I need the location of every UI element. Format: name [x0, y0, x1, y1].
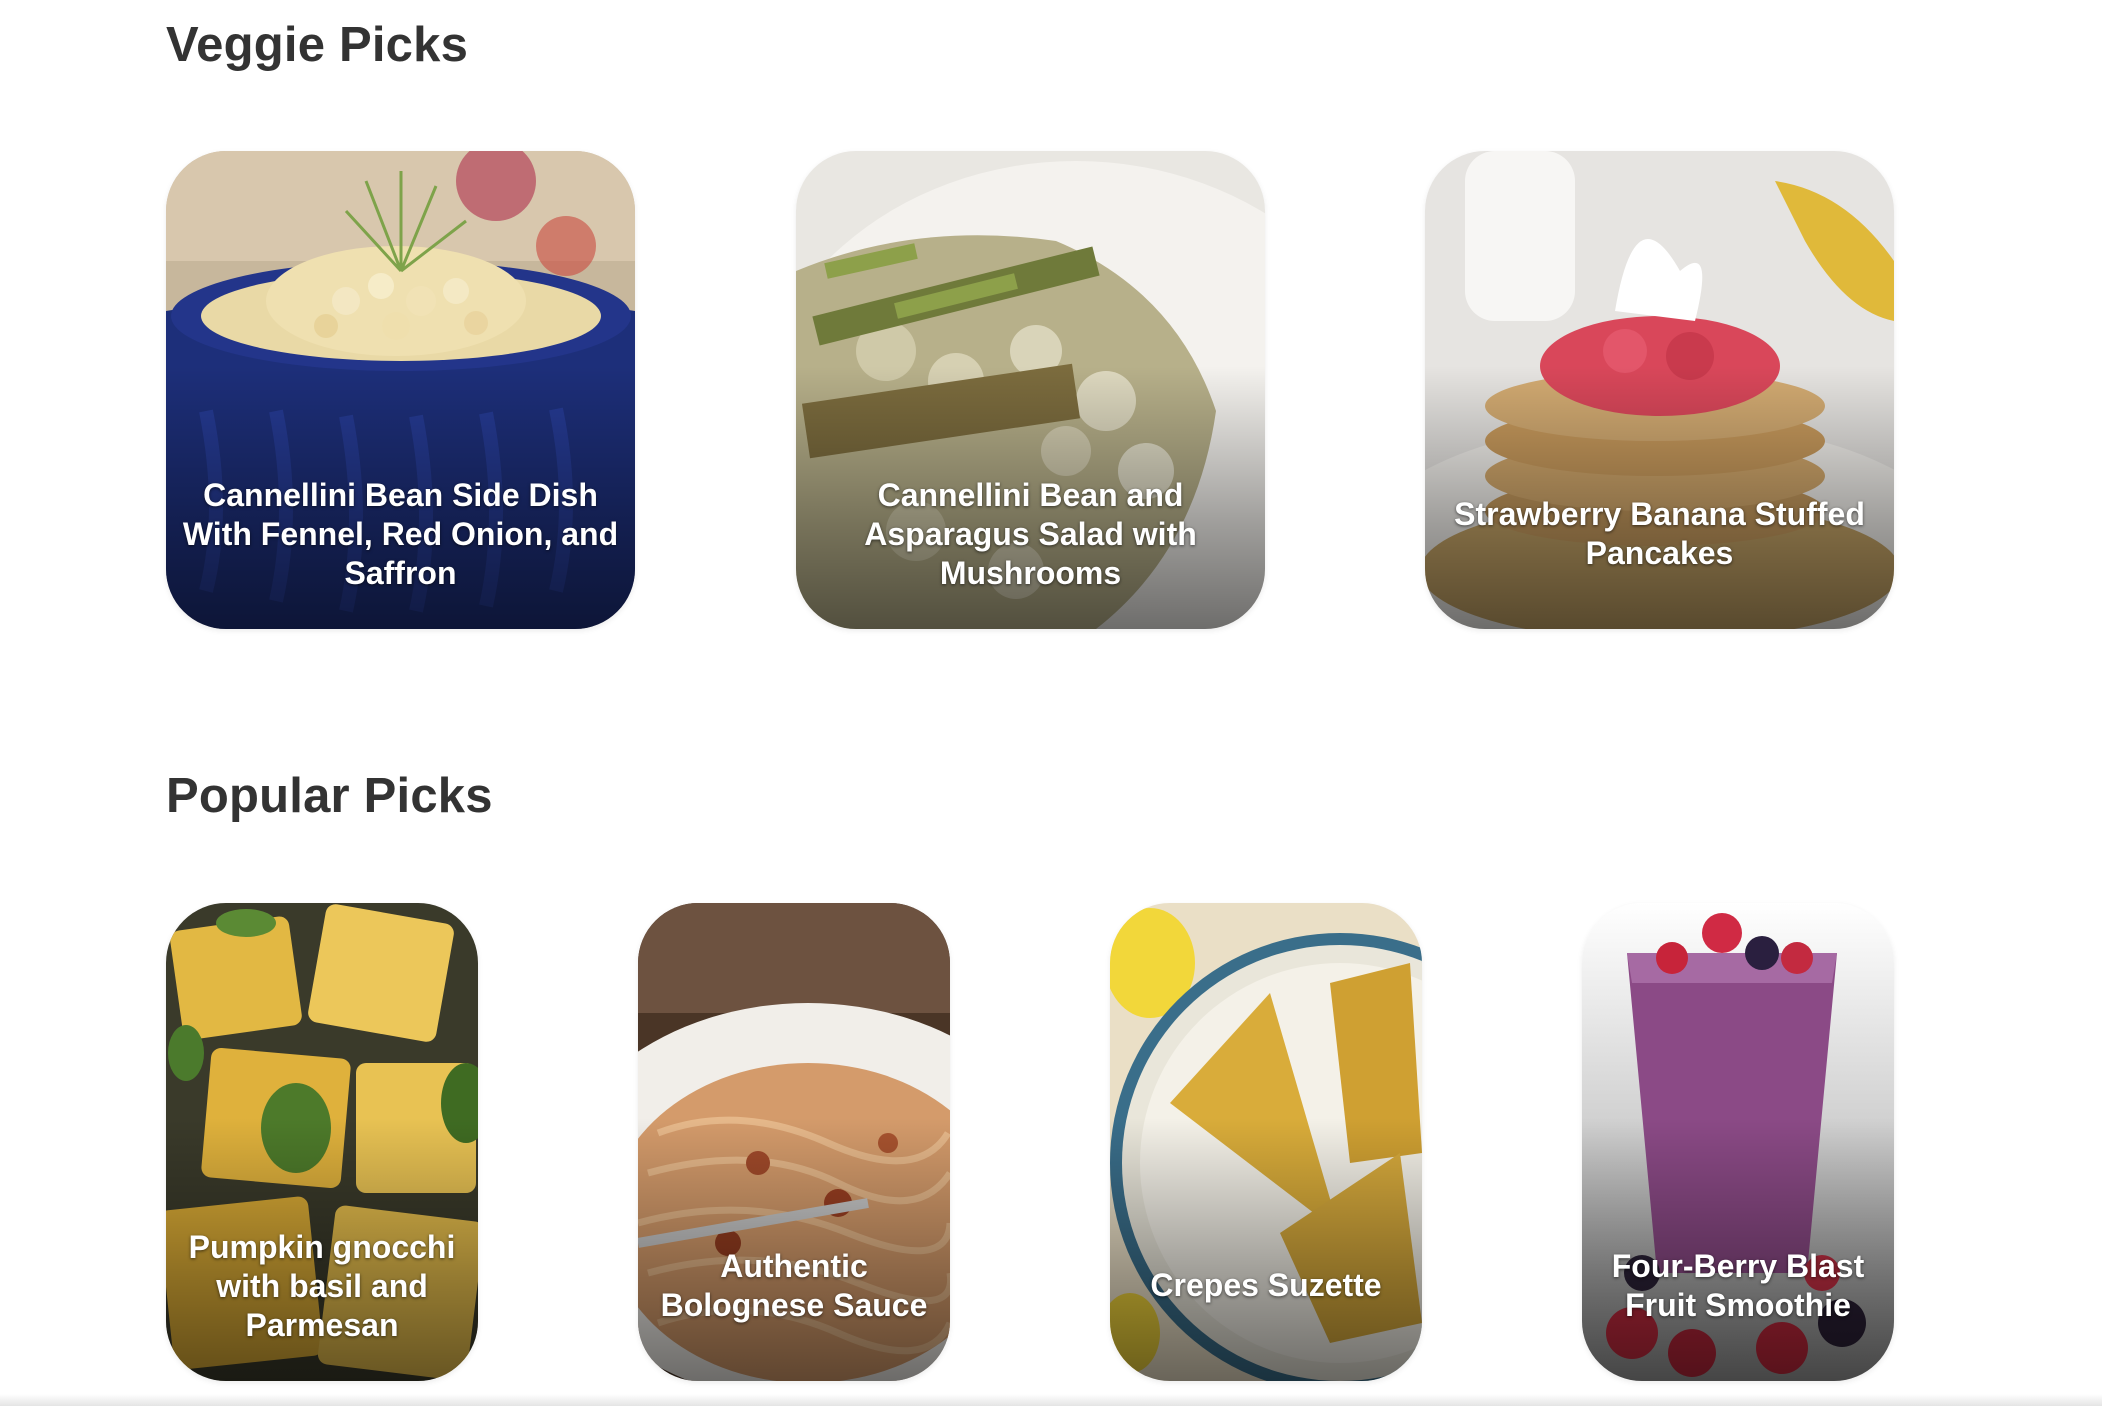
recipe-title: Pumpkin gnocchi with basil and Parmesan: [188, 1229, 456, 1343]
recipe-title: Cannellini Bean Side Dish With Fennel, R…: [182, 477, 619, 591]
recipe-card-pumpkin-gnocchi[interactable]: Pumpkin gnocchi with basil and Parmesan: [166, 903, 478, 1381]
recipe-card-strawberry-banana-pancakes[interactable]: Strawberry Banana Stuffed Pancakes: [1425, 151, 1894, 629]
recipe-card-crepes-suzette[interactable]: Crepes Suzette: [1110, 903, 1422, 1381]
popular-picks-heading: Popular Picks: [166, 769, 493, 823]
recipe-card-bolognese-sauce[interactable]: Authentic Bolognese Sauce: [638, 903, 950, 1381]
bottom-edge-fade: [0, 1394, 2102, 1406]
recipe-card-four-berry-smoothie[interactable]: Four-Berry Blast Fruit Smoothie: [1582, 903, 1894, 1381]
recipe-title: Four-Berry Blast Fruit Smoothie: [1611, 1248, 1865, 1323]
veggie-picks-heading: Veggie Picks: [166, 18, 469, 72]
recipe-title: Authentic Bolognese Sauce: [660, 1248, 928, 1323]
recipe-card-cannellini-side-dish[interactable]: Cannellini Bean Side Dish With Fennel, R…: [166, 151, 635, 629]
recipe-title: Crepes Suzette: [1150, 1267, 1382, 1303]
recipe-title: Cannellini Bean and Asparagus Salad with…: [864, 477, 1197, 591]
recipe-card-cannellini-asparagus-salad[interactable]: Cannellini Bean and Asparagus Salad with…: [796, 151, 1265, 629]
recipe-title: Strawberry Banana Stuffed Pancakes: [1454, 496, 1865, 571]
